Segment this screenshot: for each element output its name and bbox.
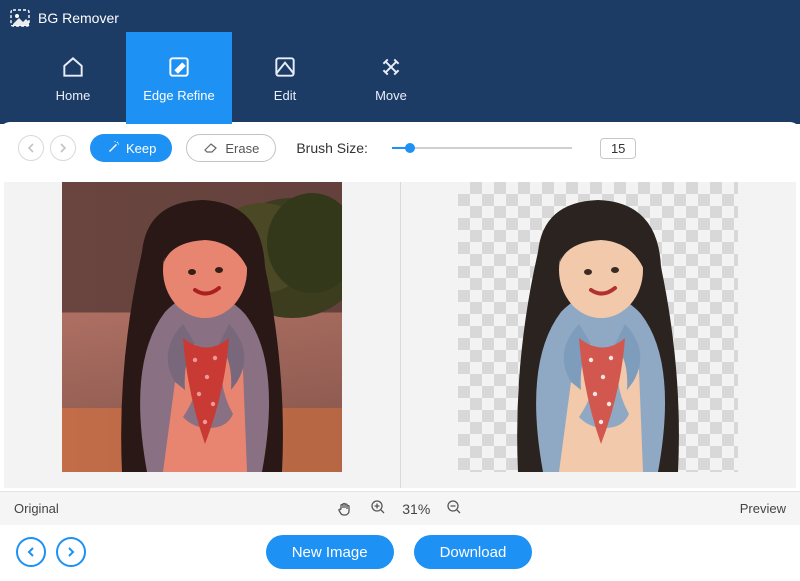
main-nav: Home Edge Refine Edit Move	[0, 32, 800, 124]
erase-button[interactable]: Erase	[186, 134, 276, 162]
preview-panel[interactable]	[400, 182, 797, 488]
nav-edit[interactable]: Edit	[232, 32, 338, 124]
next-image-button[interactable]	[56, 537, 86, 567]
preview-image	[458, 182, 738, 472]
eraser-icon	[203, 141, 219, 156]
app-title: BG Remover	[38, 10, 119, 26]
status-bar: Original 31% Preview	[0, 491, 800, 525]
zoom-level: 31%	[402, 501, 430, 517]
wand-icon	[106, 140, 120, 157]
move-icon	[378, 54, 404, 80]
nav-edge-refine[interactable]: Edge Refine	[126, 32, 232, 124]
zoom-out-button[interactable]	[446, 499, 462, 518]
redo-button[interactable]	[50, 135, 76, 161]
nav-label: Edge Refine	[143, 88, 215, 103]
titlebar: BG Remover	[0, 0, 800, 32]
footer-bar: New Image Download	[0, 525, 800, 579]
slider-thumb[interactable]	[405, 143, 415, 153]
nav-move[interactable]: Move	[338, 32, 444, 124]
app-logo-icon	[10, 9, 30, 27]
keep-button[interactable]: Keep	[90, 134, 172, 162]
home-icon	[60, 54, 86, 80]
footer-actions: New Image Download	[96, 535, 702, 569]
brush-size-slider[interactable]	[392, 140, 572, 156]
app-header: BG Remover Home Edge Refine Edit Move	[0, 0, 800, 124]
left-panel-label: Original	[14, 501, 59, 516]
nav-label: Edit	[274, 88, 296, 103]
comparison-panels	[0, 172, 800, 491]
nav-home[interactable]: Home	[20, 32, 126, 124]
prev-image-button[interactable]	[16, 537, 46, 567]
new-image-button[interactable]: New Image	[266, 535, 394, 569]
undo-button[interactable]	[18, 135, 44, 161]
keep-mask-overlay	[62, 182, 342, 472]
zoom-in-button[interactable]	[370, 499, 386, 518]
edge-refine-icon	[166, 54, 192, 80]
erase-label: Erase	[225, 141, 259, 156]
person-cutout-graphic	[483, 182, 713, 472]
nav-label: Home	[56, 88, 91, 103]
brush-size-value[interactable]: 15	[600, 138, 636, 159]
refine-toolbar: Keep Erase Brush Size: 15	[0, 122, 800, 172]
keep-label: Keep	[126, 141, 156, 156]
original-panel[interactable]	[4, 182, 400, 488]
history-controls	[18, 135, 76, 161]
right-panel-label: Preview	[740, 501, 786, 516]
edit-icon	[272, 54, 298, 80]
slider-track	[392, 147, 572, 149]
original-image	[62, 182, 342, 472]
zoom-controls: 31%	[59, 499, 740, 518]
nav-label: Move	[375, 88, 407, 103]
download-button[interactable]: Download	[414, 535, 533, 569]
workspace: Keep Erase Brush Size: 15	[0, 122, 800, 579]
pan-hand-button[interactable]	[336, 500, 354, 518]
brush-size-label: Brush Size:	[296, 140, 368, 156]
